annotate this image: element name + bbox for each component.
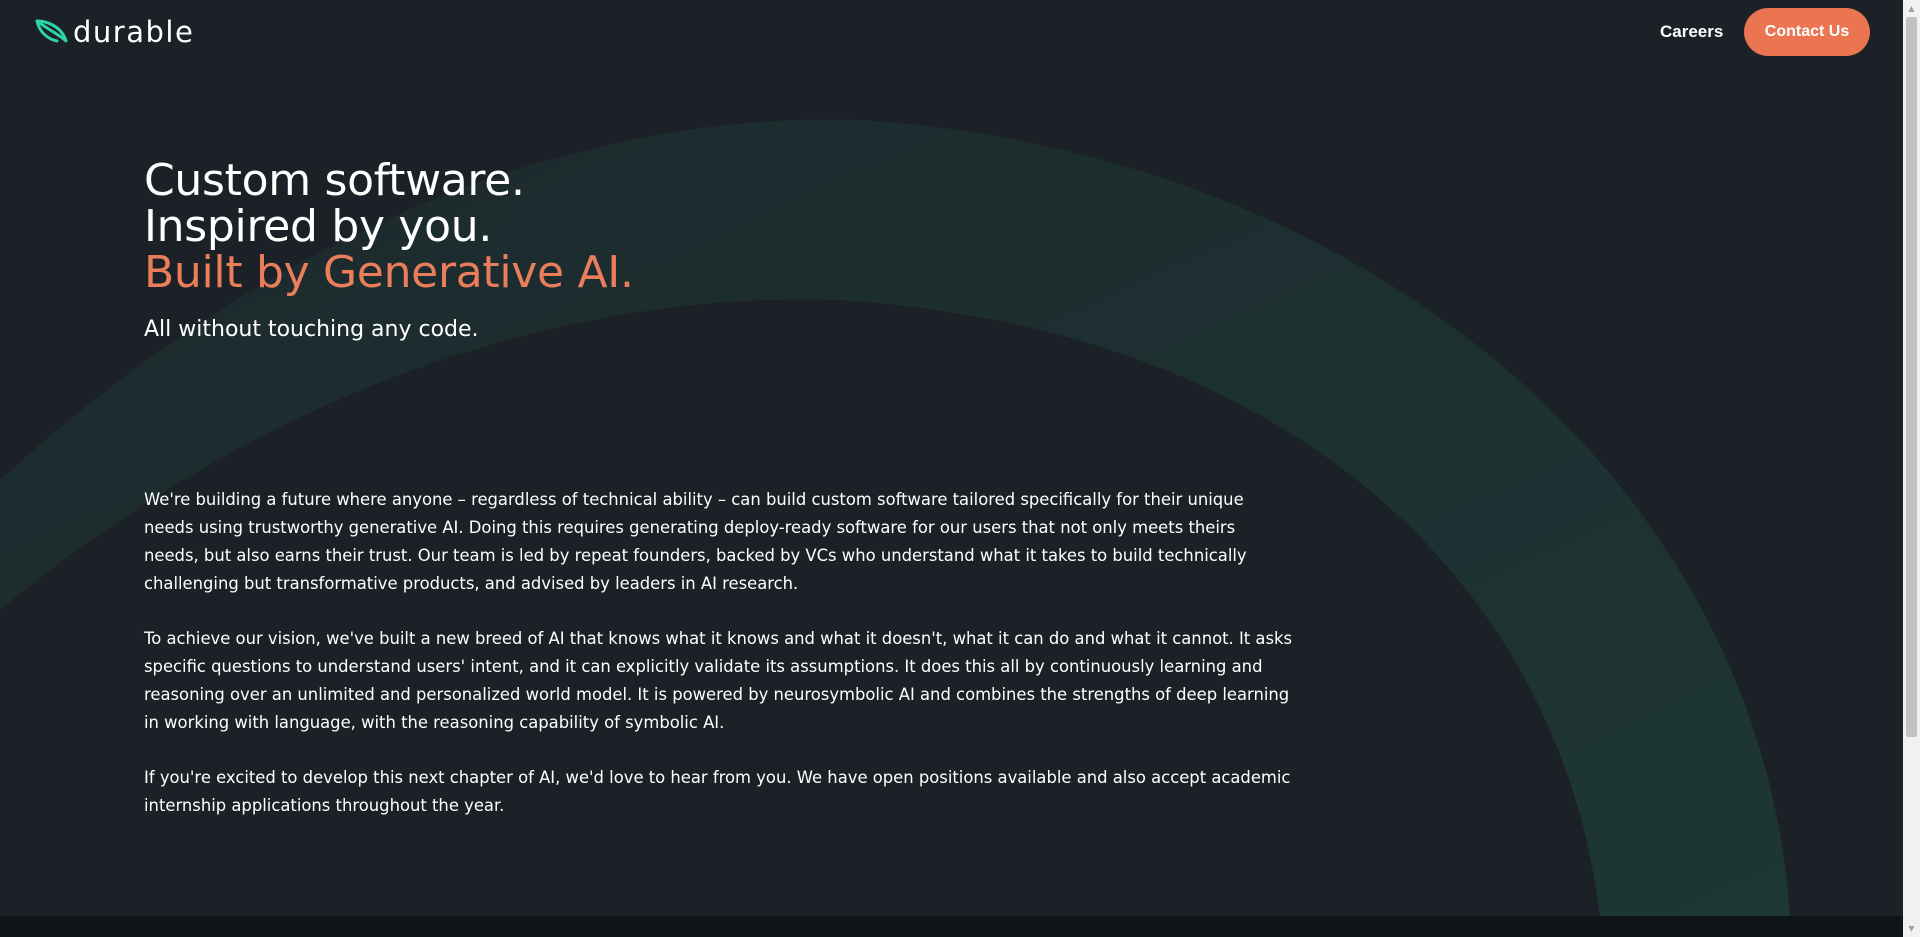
hero-subtitle: All without touching any code. xyxy=(144,317,479,342)
durable-leaf-logo-icon xyxy=(35,19,68,43)
mission-text: We're building a future where anyone – r… xyxy=(144,486,1294,847)
site-header: durable Careers Contact Us xyxy=(0,0,1903,64)
hero-line-3-accent: Built by Generative AI. xyxy=(144,247,634,298)
hero-heading: Custom software. Inspired by you. Built … xyxy=(144,158,634,296)
mission-paragraph-2: To achieve our vision, we've built a new… xyxy=(144,629,1293,732)
nav-careers-link[interactable]: Careers xyxy=(1660,20,1723,44)
scroll-down-arrow-icon[interactable]: ▼ xyxy=(1903,920,1920,937)
hero-line-2: Inspired by you. xyxy=(144,201,493,252)
hero-line-1: Custom software. xyxy=(144,155,525,206)
mission-paragraph-1: We're building a future where anyone – r… xyxy=(144,490,1247,593)
logo-link[interactable]: durable xyxy=(35,16,194,48)
logo-text: durable xyxy=(73,15,195,49)
scrollbar-thumb[interactable] xyxy=(1906,17,1917,737)
hero-section: Custom software. Inspired by you. Built … xyxy=(144,158,634,344)
footer-band xyxy=(0,916,1903,937)
scroll-up-arrow-icon[interactable]: ▲ xyxy=(1903,0,1920,17)
contact-us-button[interactable]: Contact Us xyxy=(1744,8,1870,56)
mission-paragraph-3: If you're excited to develop this next c… xyxy=(144,768,1291,815)
page: durable Careers Contact Us Custom softwa… xyxy=(0,0,1903,916)
